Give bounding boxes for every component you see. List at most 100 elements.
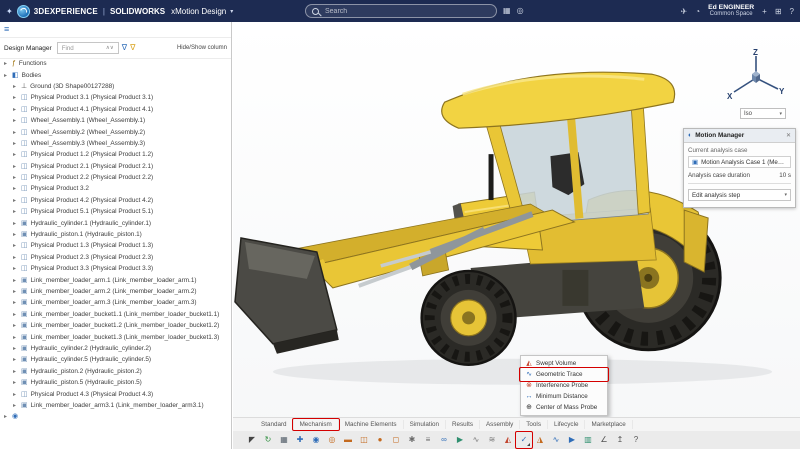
expand-chevron-icon[interactable]: ▸ bbox=[13, 151, 18, 158]
tree-item[interactable]: ▸ ▣ Hydraulic_piston.5 (Hydraulic_piston… bbox=[0, 377, 231, 388]
expand-chevron-icon[interactable]: ▸ bbox=[13, 265, 18, 272]
expand-chevron-icon[interactable]: ▸ bbox=[13, 117, 18, 124]
expand-chevron-icon[interactable]: ▸ bbox=[13, 379, 18, 386]
notifications-icon[interactable]: ◔ bbox=[695, 4, 700, 19]
gear-joint-icon[interactable]: ✱ bbox=[405, 433, 419, 447]
expand-chevron-icon[interactable]: ▸ bbox=[13, 163, 18, 170]
edit-analysis-step-dropdown[interactable]: Edit analysis step ▾ bbox=[688, 189, 791, 201]
tree-item[interactable]: ▸ ◫ Physical Product 3.2 bbox=[0, 183, 231, 194]
motor-icon[interactable]: ▶ bbox=[453, 433, 467, 447]
menu-item[interactable]: ⊕ Center of Mass Probe bbox=[521, 402, 607, 413]
tree-item[interactable]: ▸ ▣ Link_member_loader_arm.2 (Link_membe… bbox=[0, 286, 231, 297]
find-input[interactable] bbox=[59, 43, 106, 53]
expand-chevron-icon[interactable]: ▸ bbox=[13, 254, 18, 261]
tree-item[interactable]: ▸ ◫ Physical Product 4.3 (Physical Produ… bbox=[0, 388, 231, 399]
simulate-icon[interactable]: ▶ bbox=[565, 433, 579, 447]
search-bar[interactable] bbox=[305, 4, 497, 18]
view-selector[interactable]: Iso ▾ bbox=[740, 108, 786, 119]
measure-icon[interactable]: ∠ bbox=[597, 433, 611, 447]
expand-chevron-icon[interactable]: ▸ bbox=[13, 322, 18, 329]
tree-item[interactable]: ▸ ▣ Link_member_loader_arm3.1 (Link_memb… bbox=[0, 400, 231, 411]
expand-chevron-icon[interactable]: ▸ bbox=[13, 356, 18, 363]
tree-item[interactable]: ▸ ◫ Physical Product 3.3 (Physical Produ… bbox=[0, 263, 231, 274]
panel-title[interactable]: Design Manager bbox=[4, 45, 52, 52]
expand-chevron-icon[interactable]: ▸ bbox=[13, 334, 18, 341]
select-tool-icon[interactable]: ◤ bbox=[245, 433, 259, 447]
expand-chevron-icon[interactable]: ▸ bbox=[13, 288, 18, 295]
spherical-joint-icon[interactable]: ● bbox=[373, 433, 387, 447]
expand-chevron-icon[interactable]: ▸ bbox=[13, 94, 18, 101]
apps-grid-icon[interactable]: ⊞ bbox=[775, 4, 782, 19]
expand-chevron-icon[interactable]: ▸ bbox=[13, 402, 18, 409]
action-bar-tab[interactable]: Lifecycle bbox=[548, 420, 586, 429]
analysis-case-row[interactable]: ▣ Motion Analysis Case 1 (Mechanism000..… bbox=[688, 156, 791, 168]
expand-chevron-icon[interactable]: ▸ bbox=[13, 242, 18, 249]
expand-chevron-icon[interactable]: ▸ bbox=[13, 277, 18, 284]
tree-item[interactable]: ▸ ◫ Physical Product 4.1 (Physical Produ… bbox=[0, 104, 231, 115]
menu-item[interactable]: ⊗ Interference Probe bbox=[521, 380, 607, 391]
search-input[interactable] bbox=[323, 6, 490, 16]
mechanism-manager-icon[interactable]: ◉ bbox=[309, 433, 323, 447]
tree-item[interactable]: ▸ ▣ Hydraulic_piston.1 (Hydraulic_piston… bbox=[0, 229, 231, 240]
expand-chevron-icon[interactable]: ▸ bbox=[13, 174, 18, 181]
panel-menu-icon[interactable]: ≡ bbox=[4, 25, 9, 34]
action-bar-tab[interactable]: Marketplace bbox=[585, 420, 633, 429]
expand-chevron-icon[interactable]: ▸ bbox=[4, 72, 9, 79]
export-icon[interactable]: ↥ bbox=[613, 433, 627, 447]
filter-icon[interactable]: ∇ bbox=[122, 44, 127, 52]
update-icon[interactable]: ↻ bbox=[261, 433, 275, 447]
tree-item[interactable]: ▸ ◧ Bodies bbox=[0, 69, 231, 80]
damper-icon[interactable]: ≋ bbox=[485, 433, 499, 447]
orientation-triad[interactable]: Z Y X bbox=[726, 48, 786, 104]
tree-item[interactable]: ▸ ◫ Physical Product 2.1 (Physical Produ… bbox=[0, 161, 231, 172]
tree-item[interactable]: ▸ ▣ Hydraulic_cylinder.1 (Hydraulic_cyli… bbox=[0, 217, 231, 228]
probes-flyout-icon[interactable]: ✓ bbox=[515, 431, 533, 449]
trace-icon[interactable]: ∿ bbox=[549, 433, 563, 447]
revolute-joint-icon[interactable]: ◎ bbox=[325, 433, 339, 447]
compass-logo-icon[interactable] bbox=[16, 4, 30, 18]
planar-joint-icon[interactable]: ◻ bbox=[389, 433, 403, 447]
expand-chevron-icon[interactable]: ▸ bbox=[13, 106, 18, 113]
expand-chevron-icon[interactable]: ▸ bbox=[13, 368, 18, 375]
expand-chevron-icon[interactable]: ▸ bbox=[13, 197, 18, 204]
tree-item[interactable]: ▸ ▣ Hydraulic_cylinder.5 (Hydraulic_cyli… bbox=[0, 354, 231, 365]
tree-item[interactable]: ▸ ◫ Physical Product 1.3 (Physical Produ… bbox=[0, 240, 231, 251]
expand-chevron-icon[interactable]: ▸ bbox=[4, 60, 9, 67]
tree-item[interactable]: ▸ ◫ Wheel_Assembly.2 (Wheel_Assembly.2) bbox=[0, 126, 231, 137]
save-icon[interactable]: ▦ bbox=[277, 433, 291, 447]
tree-item[interactable]: ▸ ▣ Link_member_loader_bucket1.3 (Link_m… bbox=[0, 331, 231, 342]
action-bar-tab[interactable]: Standard bbox=[255, 420, 294, 429]
user-info[interactable]: Ed ENGINEER Common Space bbox=[708, 4, 754, 18]
action-bar-tab[interactable]: Assembly bbox=[480, 420, 521, 429]
action-bar-tab[interactable]: Machine Elements bbox=[339, 420, 404, 429]
share-icon[interactable]: ✈ bbox=[681, 4, 688, 19]
tree-item[interactable]: ▸ ◫ Physical Product 1.2 (Physical Produ… bbox=[0, 149, 231, 160]
expand-chevron-icon[interactable]: ▸ bbox=[13, 208, 18, 215]
coupler-icon[interactable]: ∞ bbox=[437, 433, 451, 447]
new-joint-icon[interactable]: ✚ bbox=[293, 433, 307, 447]
tree-item[interactable]: ▸ ◫ Physical Product 5.1 (Physical Produ… bbox=[0, 206, 231, 217]
tag-icon[interactable]: ◎ bbox=[517, 3, 524, 18]
swept-volume-icon[interactable]: ◮ bbox=[533, 433, 547, 447]
tree-item[interactable]: ▸ ▣ Link_member_loader_bucket1.2 (Link_m… bbox=[0, 320, 231, 331]
expand-chevron-icon[interactable]: ▸ bbox=[13, 299, 18, 306]
tree-item[interactable]: ▸ ◫ Wheel_Assembly.3 (Wheel_Assembly.3) bbox=[0, 138, 231, 149]
rack-pinion-joint-icon[interactable]: ≡ bbox=[421, 433, 435, 447]
expand-chevron-icon[interactable]: ▸ bbox=[4, 413, 9, 420]
find-nav-icons[interactable]: ∧∨ bbox=[106, 45, 114, 51]
tree-item[interactable]: ▸ ◫ Physical Product 3.1 (Physical Produ… bbox=[0, 92, 231, 103]
help-tool-icon[interactable]: ? bbox=[629, 433, 643, 447]
tree-item[interactable]: ▸ ▣ Link_member_loader_arm.1 (Link_membe… bbox=[0, 274, 231, 285]
tree-item[interactable]: ▸ ◫ Physical Product 2.3 (Physical Produ… bbox=[0, 252, 231, 263]
menu-item[interactable]: ↔ Minimum Distance bbox=[521, 391, 607, 402]
help-icon[interactable]: ? bbox=[790, 4, 794, 19]
hide-show-column-button[interactable]: Hide/Show column bbox=[177, 45, 227, 51]
menu-item[interactable]: ◭ Swept Volume bbox=[521, 358, 607, 369]
station-icon[interactable]: ▦ bbox=[503, 3, 511, 18]
close-icon[interactable]: ✕ bbox=[786, 132, 791, 139]
prismatic-joint-icon[interactable]: ▬ bbox=[341, 433, 355, 447]
expand-chevron-icon[interactable]: ▸ bbox=[13, 220, 18, 227]
add-icon[interactable]: + bbox=[762, 4, 767, 19]
expand-chevron-icon[interactable]: ▸ bbox=[13, 345, 18, 352]
tree-item[interactable]: ▸ ▣ Hydraulic_cylinder.2 (Hydraulic_cyli… bbox=[0, 343, 231, 354]
